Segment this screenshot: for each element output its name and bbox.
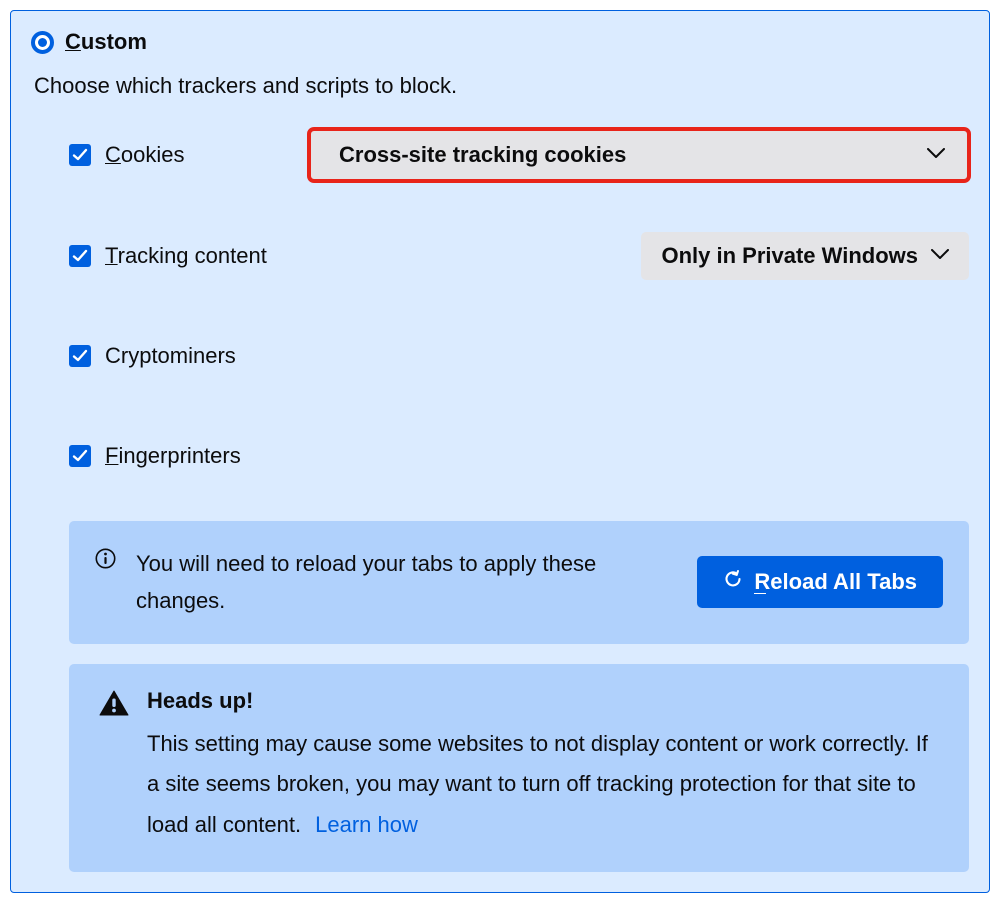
tracking-content-checkbox[interactable] xyxy=(69,245,91,267)
cryptominers-label: Cryptominers xyxy=(105,343,969,369)
chevron-down-icon xyxy=(931,247,949,265)
check-icon xyxy=(72,248,88,264)
check-icon xyxy=(72,448,88,464)
option-cookies-row: Cookies Cross-site tracking cookies xyxy=(69,129,969,181)
warning-box: Heads up! This setting may cause some we… xyxy=(69,664,969,872)
panel-description: Choose which trackers and scripts to blo… xyxy=(34,73,969,99)
warning-content: Heads up! This setting may cause some we… xyxy=(147,688,939,846)
custom-tracking-panel: Custom Choose which trackers and scripts… xyxy=(10,10,990,893)
cookies-checkbox[interactable] xyxy=(69,144,91,166)
tracking-content-label: Tracking content xyxy=(105,243,641,269)
option-cryptominers-row: Cryptominers xyxy=(69,331,969,381)
warning-text: This setting may cause some websites to … xyxy=(147,724,939,846)
options-list: Cookies Cross-site tracking cookies Trac… xyxy=(69,129,969,481)
custom-radio-header[interactable]: Custom xyxy=(31,29,969,55)
cookies-dropdown[interactable]: Cross-site tracking cookies xyxy=(309,129,969,181)
radio-selected-icon xyxy=(31,31,54,54)
check-icon xyxy=(72,348,88,364)
reload-all-tabs-button[interactable]: Reload All Tabs xyxy=(697,556,943,608)
tracking-content-dropdown-value: Only in Private Windows xyxy=(661,243,918,269)
reload-notice: You will need to reload your tabs to app… xyxy=(69,521,969,644)
cryptominers-checkbox[interactable] xyxy=(69,345,91,367)
fingerprinters-checkbox[interactable] xyxy=(69,445,91,467)
cookies-label: Cookies xyxy=(105,142,309,168)
reload-notice-text: You will need to reload your tabs to app… xyxy=(136,545,677,620)
chevron-down-icon xyxy=(927,146,945,164)
fingerprinters-label: Fingerprinters xyxy=(105,443,969,469)
check-icon xyxy=(72,147,88,163)
cookies-dropdown-value: Cross-site tracking cookies xyxy=(339,142,626,168)
option-fingerprinters-row: Fingerprinters xyxy=(69,431,969,481)
reload-button-label: Reload All Tabs xyxy=(754,569,917,595)
warning-title: Heads up! xyxy=(147,688,939,714)
warning-icon xyxy=(99,690,129,846)
tracking-content-dropdown[interactable]: Only in Private Windows xyxy=(641,232,969,280)
info-icon xyxy=(95,548,116,574)
custom-title: Custom xyxy=(65,29,147,55)
reload-icon xyxy=(723,569,743,595)
option-tracking-content-row: Tracking content Only in Private Windows xyxy=(69,231,969,281)
